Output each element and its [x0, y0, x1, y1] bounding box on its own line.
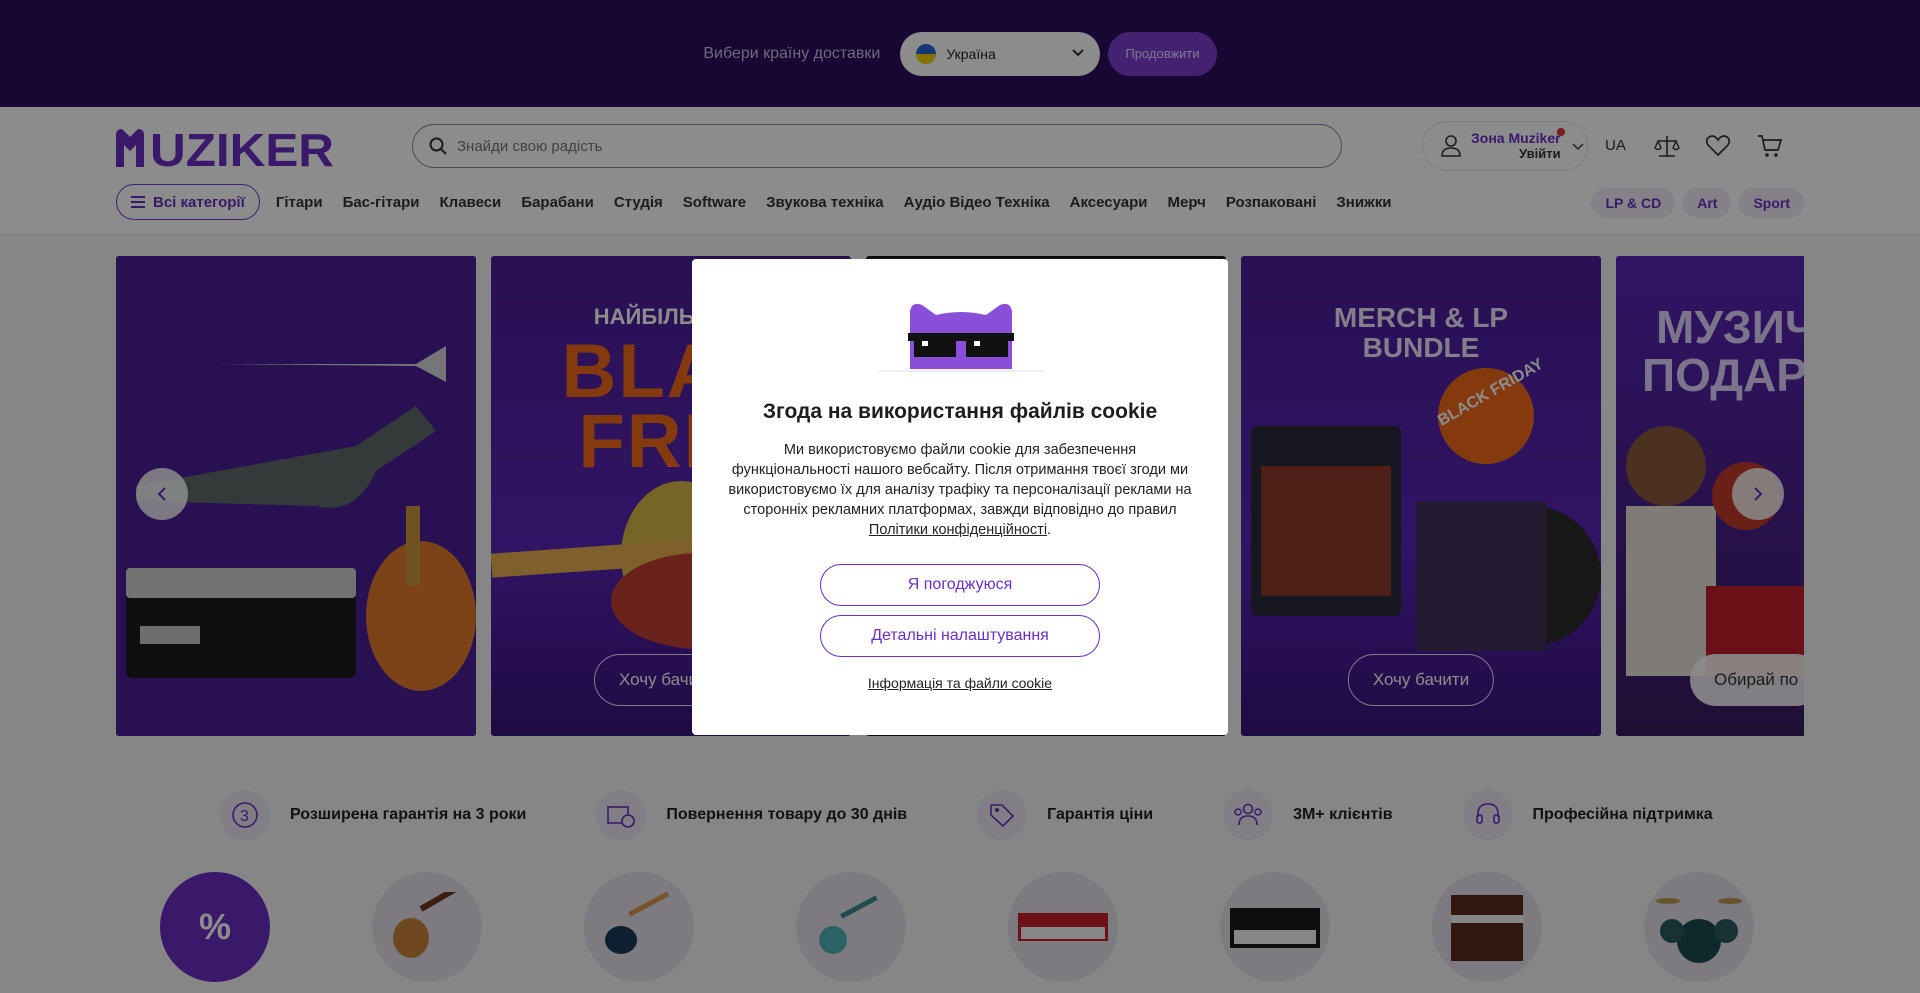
- muziker-mascot-icon: [878, 303, 1044, 372]
- accept-cookies-button[interactable]: Я погоджуюся: [820, 564, 1100, 606]
- cookie-modal-title: Згода на використання файлів cookie: [762, 400, 1158, 423]
- cookie-info-link[interactable]: Інформація та файли cookie: [692, 675, 1228, 691]
- privacy-policy-link[interactable]: Політики конфіденційності: [869, 522, 1047, 538]
- cookie-modal-body: Ми використовуємо файли cookie для забез…: [728, 442, 1192, 538]
- cookie-consent-modal: Згода на використання файлів cookie Ми в…: [692, 259, 1228, 735]
- cookie-body-text: Ми використовуємо файли cookie для забез…: [728, 442, 1192, 518]
- cookie-settings-button[interactable]: Детальні налаштування: [820, 615, 1100, 657]
